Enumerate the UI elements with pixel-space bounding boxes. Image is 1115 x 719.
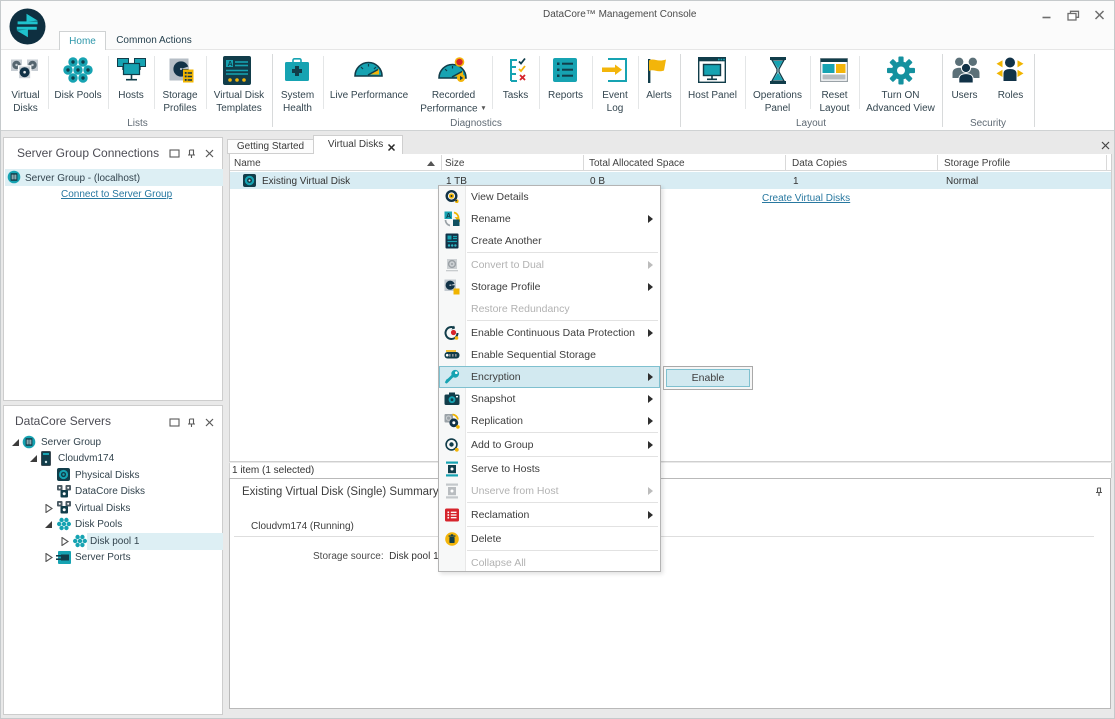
svg-text:A: A [228,61,233,68]
svg-text:A: A [446,213,451,220]
